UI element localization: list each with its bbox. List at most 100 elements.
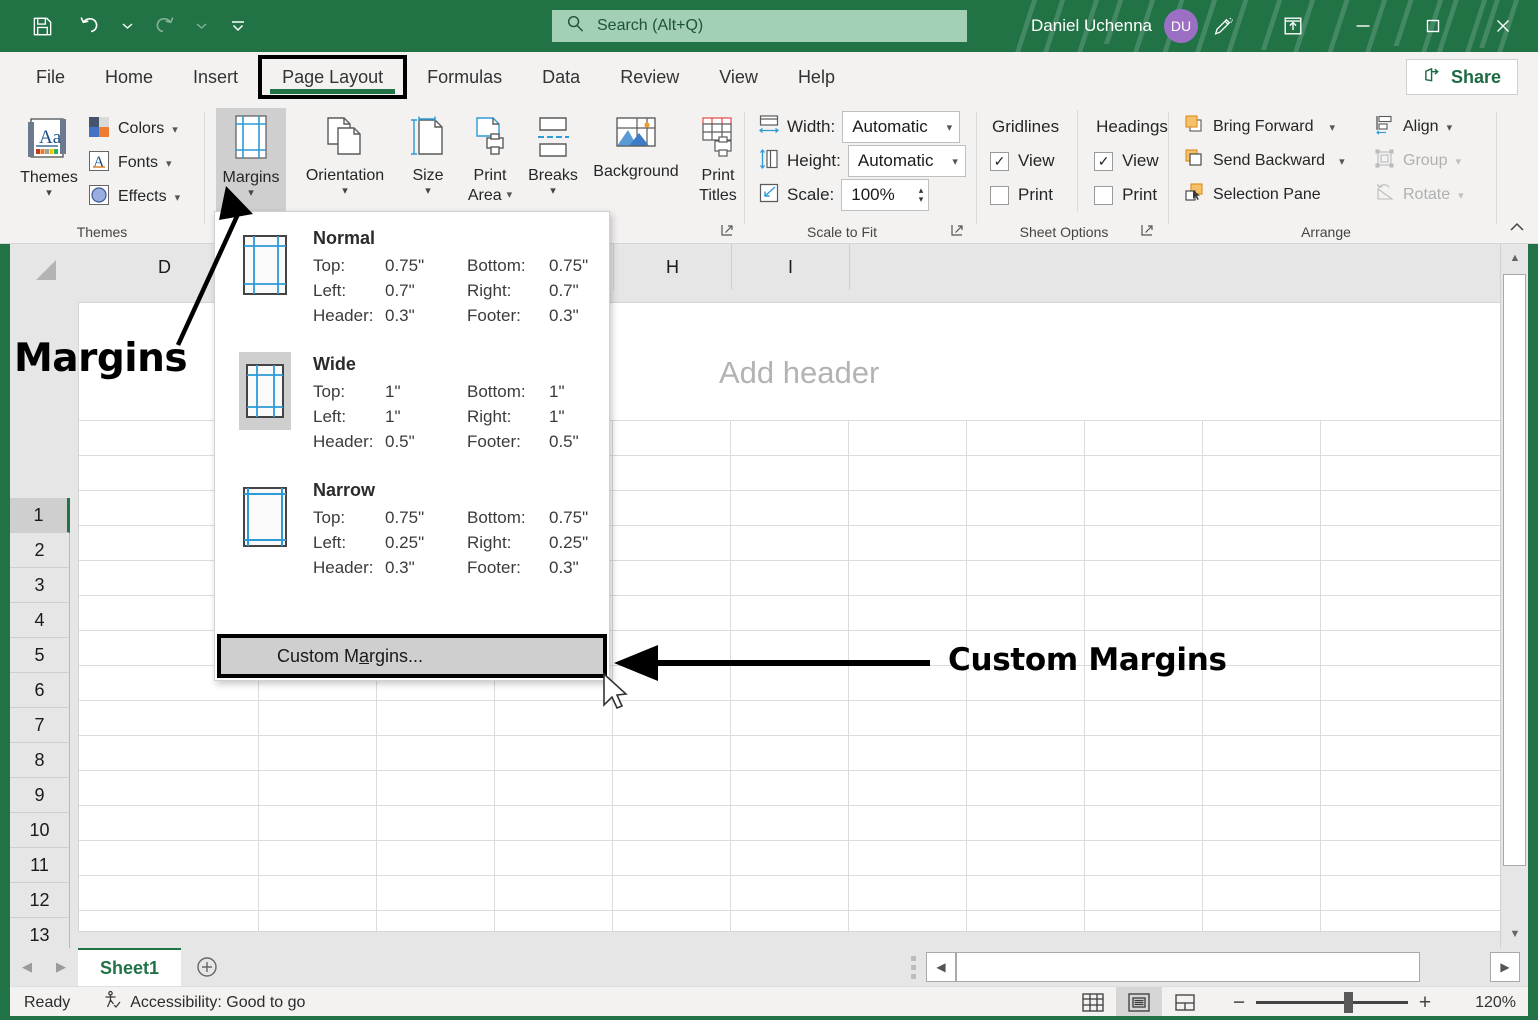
row-header-8[interactable]: 8 [10, 743, 70, 778]
margin-preset-wide[interactable]: Wide Top: 1" Bottom: 1" Left: 1" Right: … [215, 328, 609, 454]
headings-view-row[interactable]: ✓ View [1094, 144, 1168, 178]
undo-icon[interactable] [66, 6, 114, 46]
scale-percent-spinner[interactable]: 100% ▴▾ [841, 179, 929, 211]
undo-dropdown-icon[interactable] [114, 6, 140, 46]
split-grip-icon[interactable] [911, 956, 916, 979]
search-input[interactable] [597, 17, 937, 35]
zoom-control[interactable]: − + [1222, 991, 1442, 1015]
zoom-level[interactable]: 120% [1452, 994, 1516, 1012]
page-setup-dialog-launcher[interactable] [720, 223, 734, 240]
row-header-1[interactable]: 1 [10, 498, 70, 533]
theme-colors-button[interactable]: Colors ▾ [88, 112, 180, 146]
scale-width-combo[interactable]: Automatic ▾ [842, 111, 960, 143]
breaks-button[interactable]: Breaks ▾ [524, 108, 582, 196]
margins-button[interactable]: Margins ▾ [216, 108, 286, 218]
row-header-6[interactable]: 6 [10, 673, 70, 708]
scroll-up-icon[interactable]: ▲ [1501, 244, 1529, 272]
chevron-down-icon[interactable]: ▾ [507, 190, 513, 202]
themes-button[interactable]: Aa Themes ▾ [14, 110, 84, 198]
scroll-right-icon[interactable]: ▶ [1490, 952, 1520, 982]
collapse-ribbon-button[interactable] [1508, 220, 1526, 239]
tab-formulas[interactable]: Formulas [407, 55, 522, 99]
zoom-slider-thumb[interactable] [1344, 992, 1353, 1013]
accessibility-status[interactable]: Accessibility: Good to go [102, 990, 305, 1015]
zoom-out-button[interactable]: − [1222, 991, 1256, 1015]
send-backward-button[interactable]: Send Backward ▾ [1184, 144, 1345, 178]
vertical-scrollbar[interactable]: ▲ ▼ [1500, 244, 1528, 948]
scroll-left-icon[interactable]: ◀ [926, 952, 956, 982]
selection-pane-button[interactable]: Selection Pane [1184, 178, 1345, 212]
row-header-3[interactable]: 3 [10, 568, 70, 603]
group-button[interactable]: Group ▾ [1374, 144, 1464, 178]
save-icon[interactable] [18, 6, 66, 46]
margin-preset-narrow[interactable]: Narrow Top: 0.75" Bottom: 0.75" Left: 0.… [215, 454, 609, 580]
customize-qat-icon[interactable] [214, 6, 262, 46]
spinner-arrows-icon[interactable]: ▴▾ [919, 186, 924, 204]
minimize-icon[interactable] [1328, 0, 1398, 52]
sheet-tab-sheet1[interactable]: Sheet1 [78, 948, 181, 986]
size-button[interactable]: Size ▾ [402, 108, 454, 196]
rotate-button[interactable]: Rotate ▾ [1374, 178, 1464, 212]
theme-fonts-button[interactable]: A Fonts ▾ [88, 146, 180, 180]
redo-icon[interactable] [140, 6, 188, 46]
gridlines-view-checkbox[interactable]: ✓ [990, 152, 1009, 171]
add-sheet-button[interactable] [181, 948, 233, 986]
tab-file[interactable]: File [16, 55, 85, 99]
print-titles-button[interactable]: Print Titles [690, 108, 746, 205]
ink-pen-icon[interactable] [1188, 0, 1258, 52]
vertical-scroll-thumb[interactable] [1503, 274, 1526, 866]
column-header-I[interactable]: I [732, 244, 850, 290]
page-layout-view-icon[interactable] [1116, 987, 1162, 1019]
horizontal-scroll-track[interactable] [956, 952, 1420, 982]
row-header-12[interactable]: 12 [10, 883, 70, 918]
chevron-down-icon[interactable]: ▾ [1455, 155, 1461, 168]
ribbon-tab-strip[interactable]: File Home Insert Page Layout Formulas Da… [0, 52, 1538, 102]
tab-home[interactable]: Home [85, 55, 173, 99]
theme-effects-button[interactable]: Effects ▾ [88, 180, 180, 214]
maximize-icon[interactable] [1398, 0, 1468, 52]
tab-data[interactable]: Data [522, 55, 600, 99]
custom-margins-menu-item[interactable]: Custom Margins... [217, 634, 607, 678]
chevron-down-icon[interactable]: ▾ [1339, 155, 1345, 168]
tab-view[interactable]: View [699, 55, 778, 99]
gridlines-print-row[interactable]: Print [990, 178, 1059, 212]
tab-help[interactable]: Help [778, 55, 855, 99]
quick-access-toolbar[interactable] [0, 6, 262, 46]
chevron-down-icon[interactable]: ▾ [175, 191, 181, 204]
tab-page-layout[interactable]: Page Layout [258, 55, 407, 99]
chevron-down-icon[interactable]: ▾ [1329, 121, 1335, 134]
horizontal-scrollbar[interactable]: ◀ ▶ [905, 948, 1528, 986]
chevron-down-icon[interactable]: ▾ [425, 186, 431, 196]
orientation-button[interactable]: Orientation ▾ [290, 108, 400, 196]
chevron-down-icon[interactable]: ▾ [248, 188, 254, 198]
row-header-2[interactable]: 2 [10, 533, 70, 568]
chevron-down-icon[interactable]: ▾ [952, 155, 958, 168]
previous-sheet-icon[interactable]: ◀ [10, 948, 44, 986]
select-all-corner[interactable] [10, 244, 70, 290]
ribbon-display-options-icon[interactable] [1258, 0, 1328, 52]
margins-dropdown-menu[interactable]: Normal Top: 0.75" Bottom: 0.75" Left: 0.… [214, 211, 610, 681]
chevron-down-icon[interactable]: ▾ [947, 121, 953, 134]
chevron-down-icon[interactable]: ▾ [342, 186, 348, 196]
tab-insert[interactable]: Insert [173, 55, 258, 99]
row-header-9[interactable]: 9 [10, 778, 70, 813]
page-break-preview-icon[interactable] [1162, 987, 1208, 1019]
background-button[interactable]: Background [584, 108, 688, 181]
row-header-11[interactable]: 11 [10, 848, 70, 883]
row-header-5[interactable]: 5 [10, 638, 70, 673]
bring-forward-button[interactable]: Bring Forward ▾ [1184, 110, 1345, 144]
chevron-down-icon[interactable]: ▾ [1447, 121, 1453, 134]
align-button[interactable]: Align ▾ [1374, 110, 1464, 144]
next-sheet-icon[interactable]: ▶ [44, 948, 78, 986]
print-area-button[interactable]: Print Area ▾ [456, 108, 524, 205]
scale-to-fit-dialog-launcher[interactable] [950, 223, 964, 240]
share-button[interactable]: Share [1406, 59, 1518, 95]
gridlines-print-checkbox[interactable] [990, 186, 1009, 205]
user-account[interactable]: Daniel Uchenna DU [1031, 0, 1198, 52]
row-header-4[interactable]: 4 [10, 603, 70, 638]
gridlines-view-row[interactable]: ✓ View [990, 144, 1059, 178]
chevron-down-icon[interactable]: ▾ [46, 188, 52, 198]
headings-print-checkbox[interactable] [1094, 186, 1113, 205]
close-icon[interactable] [1468, 0, 1538, 52]
sheet-options-dialog-launcher[interactable] [1140, 223, 1154, 240]
